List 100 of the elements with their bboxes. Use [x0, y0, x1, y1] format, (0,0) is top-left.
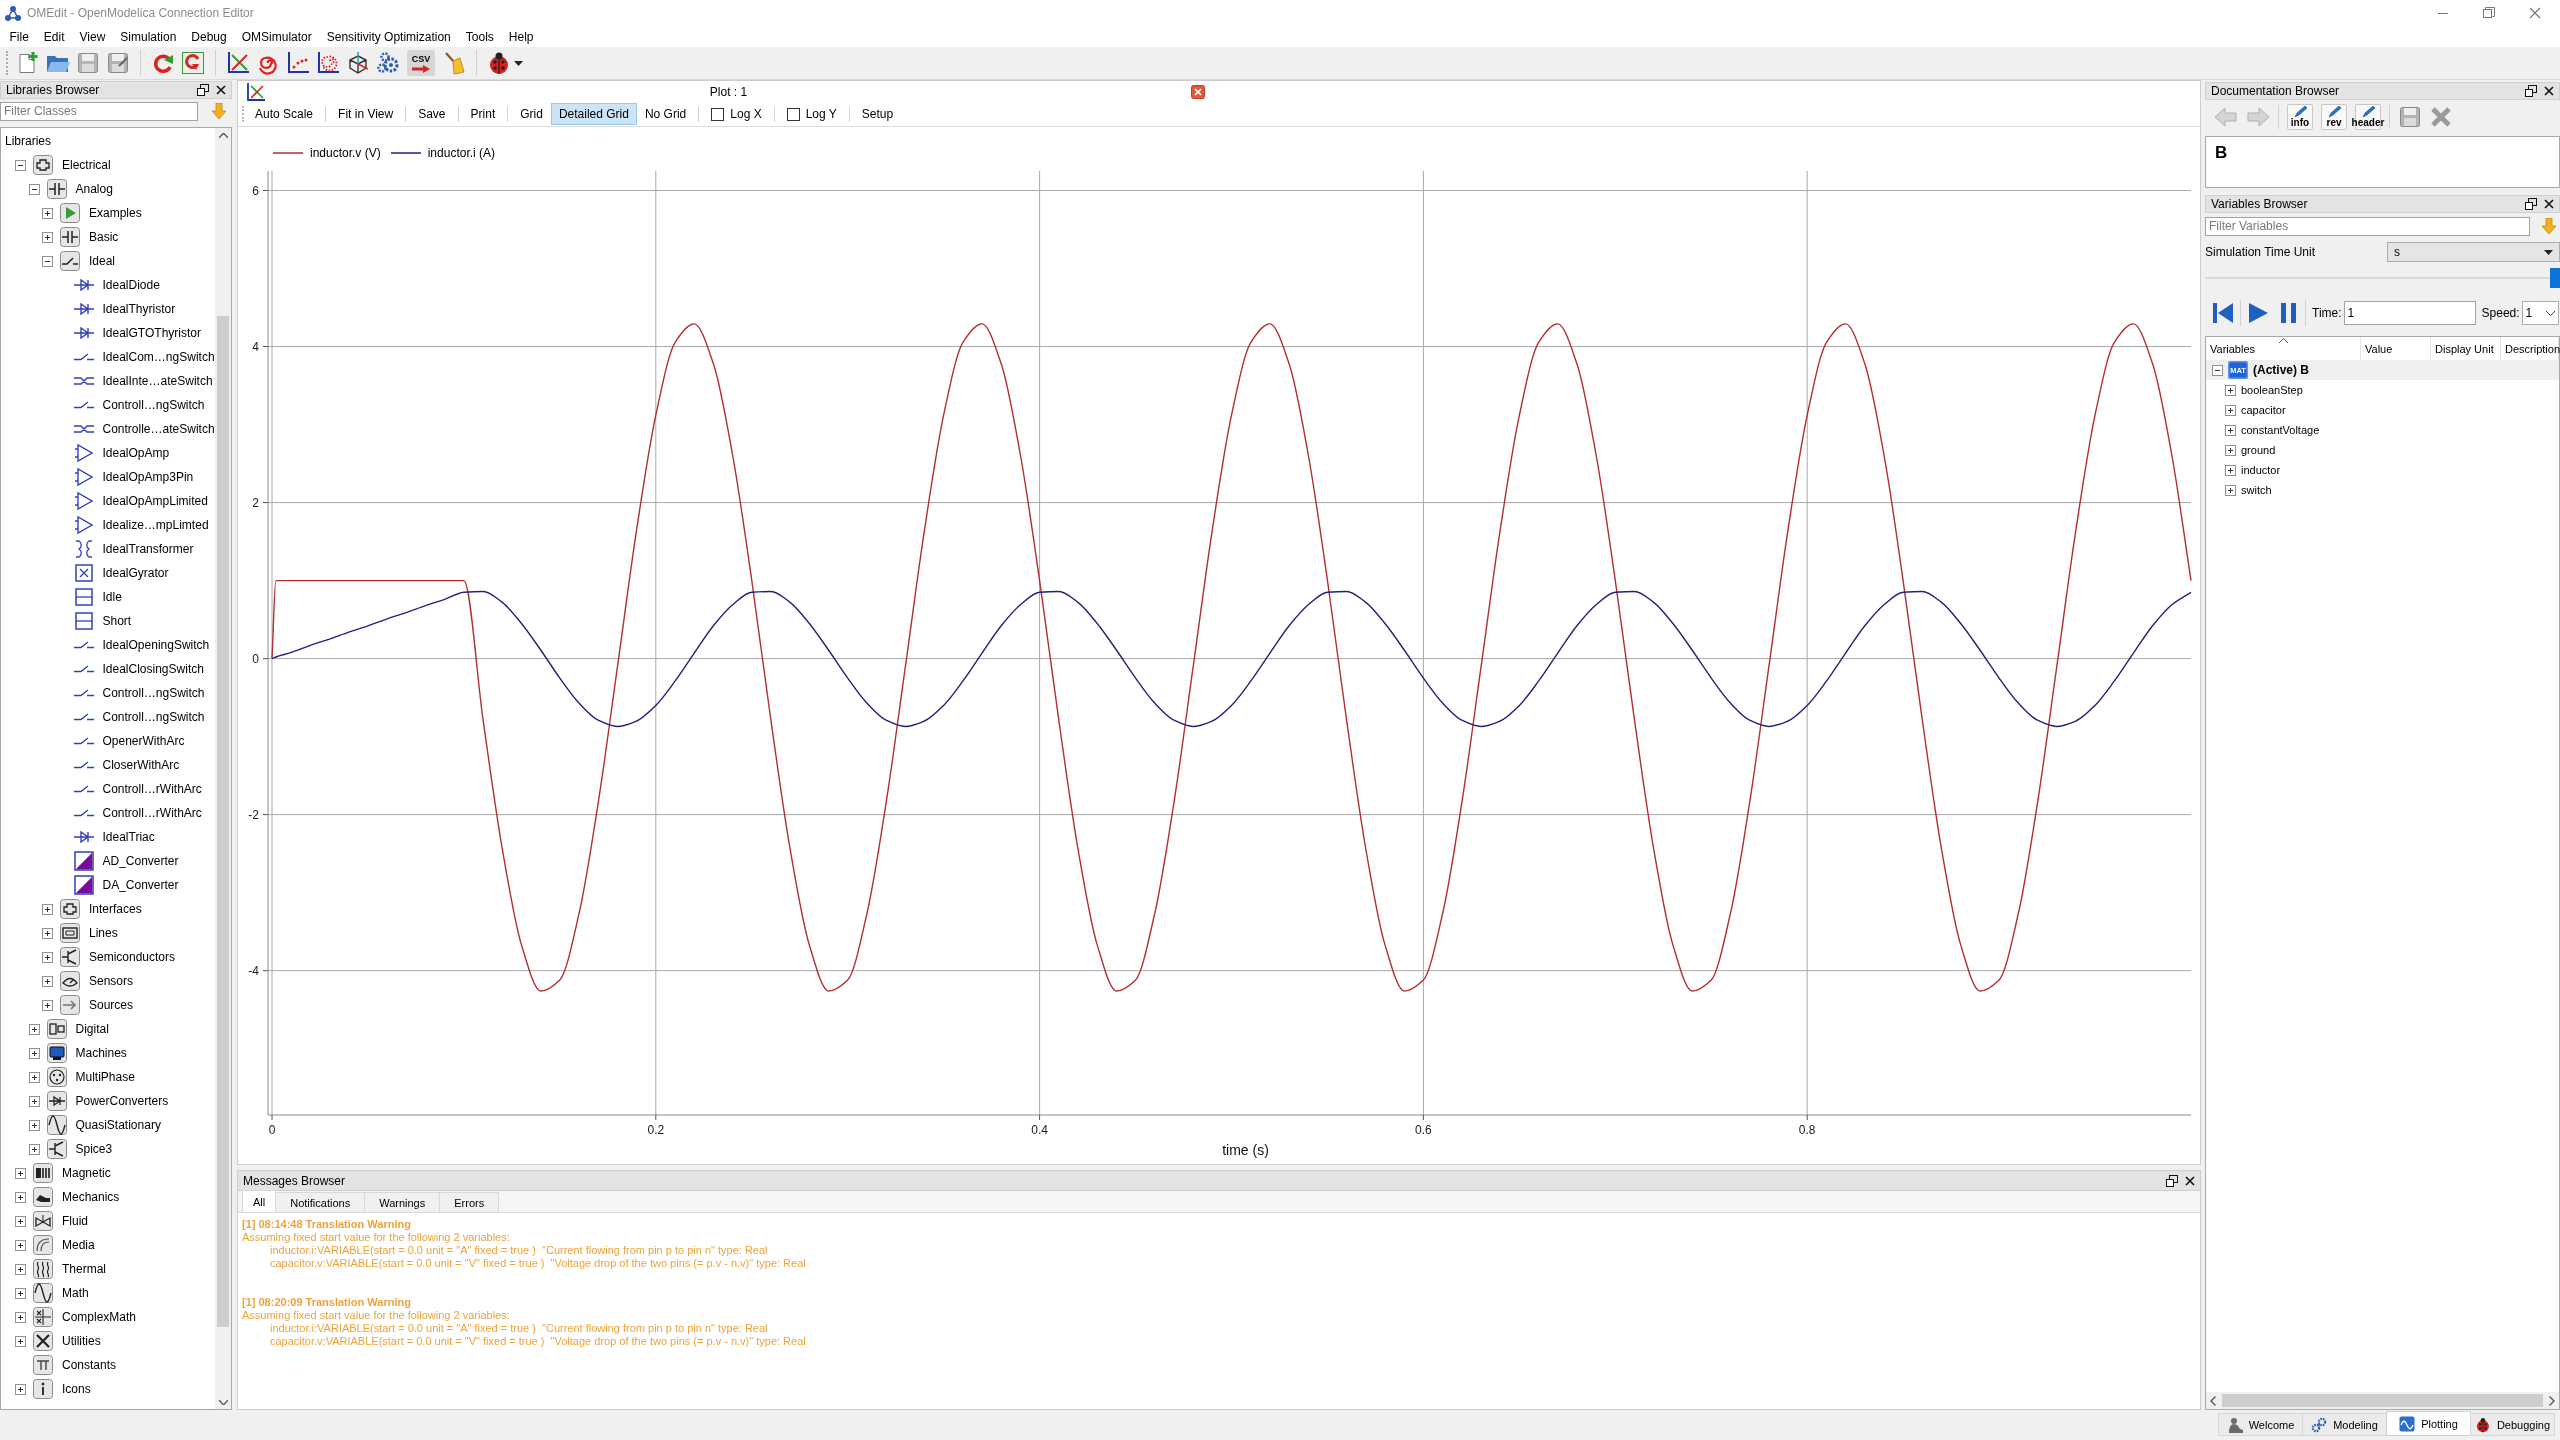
- toolbar-button[interactable]: Save: [410, 103, 454, 125]
- messages-tab[interactable]: Warnings: [364, 1192, 441, 1212]
- save-icon[interactable]: [2398, 105, 2422, 129]
- grid-option-button[interactable]: Detailed Grid: [550, 103, 637, 125]
- broom-icon[interactable]: [442, 51, 466, 75]
- plus-box-icon[interactable]: [15, 1383, 26, 1395]
- perspective-tab[interactable]: Debugging: [2470, 1413, 2555, 1436]
- toolbar-button[interactable]: Print: [462, 103, 504, 125]
- plus-box-icon[interactable]: [15, 1167, 26, 1179]
- gears-icon[interactable]: [376, 51, 400, 75]
- filter-field[interactable]: Filter Variables: [2205, 216, 2530, 236]
- plus-box-icon[interactable]: [15, 1239, 26, 1251]
- overlapping-squares-icon[interactable]: [2525, 198, 2537, 210]
- menu-item[interactable]: Sensitivity Optimization: [319, 27, 459, 46]
- up-caret-icon[interactable]: [218, 133, 228, 138]
- tree-item[interactable]: Idle: [102, 590, 122, 604]
- edit-document-button[interactable]: info: [2287, 104, 2313, 130]
- menu-item[interactable]: Debug: [183, 27, 235, 46]
- checkbox-icon[interactable]: [786, 107, 800, 121]
- plus-box-icon[interactable]: [42, 903, 53, 915]
- grid-option-button[interactable]: No Grid: [636, 103, 695, 125]
- tree-item[interactable]: Controll…rWithArc: [102, 782, 202, 796]
- scrollbar-thumb[interactable]: [217, 316, 229, 1327]
- perspective-tab[interactable]: Plotting: [2386, 1411, 2471, 1436]
- tree-item[interactable]: IdealInte…ateSwitch: [102, 374, 213, 388]
- tree-item[interactable]: Interfaces: [89, 902, 142, 916]
- time-unit-dropdown[interactable]: s: [2387, 242, 2560, 262]
- tree-item[interactable]: Icons: [62, 1382, 91, 1396]
- new-file-icon[interactable]: [16, 51, 40, 75]
- tree-item[interactable]: Sensors: [89, 974, 134, 988]
- tree-item[interactable]: Math: [62, 1286, 89, 1300]
- plus-box-icon[interactable]: [15, 1263, 26, 1275]
- minus-box-icon[interactable]: [2212, 364, 2223, 376]
- tree-item[interactable]: Short: [102, 614, 132, 628]
- tree-item[interactable]: ComplexMath: [62, 1310, 137, 1324]
- variable-tree-item[interactable]: inductor: [2241, 464, 2281, 476]
- close-icon[interactable]: [215, 84, 227, 96]
- horizontal-scrollbar[interactable]: [2206, 1392, 2559, 1409]
- plus-box-icon[interactable]: [42, 951, 53, 963]
- plus-box-icon[interactable]: [28, 1119, 40, 1131]
- pause-icon[interactable]: [2279, 301, 2299, 325]
- messages-tab[interactable]: Notifications: [275, 1192, 366, 1212]
- axes-dots-icon[interactable]: [286, 51, 310, 75]
- close-icon[interactable]: [2184, 1174, 2196, 1187]
- checkbox[interactable]: Log Y: [778, 103, 845, 125]
- plus-box-icon[interactable]: [28, 1143, 40, 1155]
- plus-box-icon[interactable]: [42, 927, 53, 939]
- overlapping-squares-icon[interactable]: [2166, 1174, 2178, 1187]
- tree-item[interactable]: Controlle…ateSwitch: [102, 422, 215, 436]
- close-icon[interactable]: [2543, 198, 2555, 210]
- restore-icon[interactable]: [2483, 7, 2495, 19]
- variable-tree-item[interactable]: ground: [2241, 444, 2276, 456]
- grid-option-button[interactable]: Grid: [512, 103, 551, 125]
- plus-box-icon[interactable]: [2225, 404, 2236, 416]
- tree-item[interactable]: Digital: [75, 1022, 109, 1036]
- edit-document-button[interactable]: rev: [2321, 104, 2347, 130]
- tree-item[interactable]: Analog: [75, 182, 113, 196]
- ladybug-icon[interactable]: [487, 51, 511, 75]
- tree-item[interactable]: Examples: [89, 206, 142, 220]
- overlapping-squares-icon[interactable]: [2525, 85, 2537, 97]
- menu-item[interactable]: Edit: [36, 27, 73, 46]
- plus-box-icon[interactable]: [42, 999, 53, 1011]
- tree-item[interactable]: Controll…rWithArc: [102, 806, 202, 820]
- tree-item[interactable]: Controll…ngSwitch: [102, 398, 205, 412]
- plus-box-icon[interactable]: [2225, 464, 2236, 476]
- tree-item[interactable]: Electrical: [62, 158, 111, 172]
- tree-item[interactable]: Idealize…mpLimted: [102, 518, 209, 532]
- plus-box-icon[interactable]: [28, 1023, 40, 1035]
- tree-item[interactable]: IdealClosingSwitch: [102, 662, 204, 676]
- tree-item[interactable]: IdealOpAmp3Pin: [102, 470, 194, 484]
- tree-item[interactable]: IdealThyristor: [102, 302, 176, 316]
- tree-item[interactable]: Controll…ngSwitch: [102, 710, 205, 724]
- time-field[interactable]: 1: [2343, 301, 2476, 325]
- filter-field[interactable]: Filter Classes: [0, 101, 198, 121]
- tree-item[interactable]: IdealGyrator: [102, 566, 169, 580]
- tree-item[interactable]: IdealTriac: [102, 830, 155, 844]
- variable-tree-item[interactable]: switch: [2241, 484, 2272, 496]
- plus-box-icon[interactable]: [2225, 384, 2236, 396]
- play-icon[interactable]: [2247, 301, 2269, 325]
- tree-item[interactable]: IdealDiode: [102, 278, 160, 292]
- plus-box-icon[interactable]: [28, 1047, 40, 1059]
- tree-item[interactable]: Constants: [62, 1358, 117, 1372]
- slider-thumb[interactable]: [2550, 268, 2560, 288]
- tree-item[interactable]: Semiconductors: [89, 950, 176, 964]
- overlapping-squares-icon[interactable]: [197, 84, 209, 96]
- skip-back-icon[interactable]: [2212, 301, 2234, 325]
- perspective-tab[interactable]: Welcome: [2218, 1413, 2303, 1436]
- tree-item[interactable]: Media: [62, 1238, 95, 1252]
- axes-spiral-icon[interactable]: [316, 51, 340, 75]
- menu-item[interactable]: Tools: [458, 27, 502, 46]
- toolbar-button[interactable]: Auto Scale: [247, 103, 322, 125]
- tree-item[interactable]: Lines: [89, 926, 118, 940]
- tree-item[interactable]: IdealGTOThyristor: [102, 326, 201, 340]
- tree-item[interactable]: Utilities: [62, 1334, 101, 1348]
- tree-item[interactable]: Thermal: [62, 1262, 106, 1276]
- tree-item[interactable]: Fluid: [62, 1214, 88, 1228]
- plus-box-icon[interactable]: [15, 1311, 26, 1323]
- menu-item[interactable]: Help: [501, 27, 541, 46]
- tree-item[interactable]: IdealTransformer: [102, 542, 194, 556]
- plus-box-icon[interactable]: [2225, 424, 2236, 436]
